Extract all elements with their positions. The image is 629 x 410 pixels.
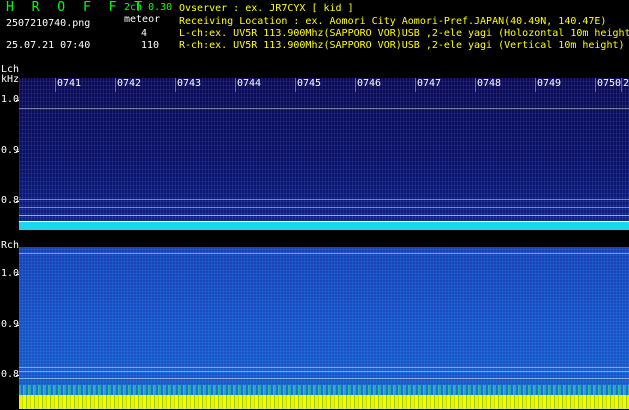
minute-marker [295, 78, 296, 92]
time-tick: 0744 [237, 78, 262, 89]
datetime-label: 25.07.21 07:40 [6, 40, 91, 51]
rch-receiver-info: R-ch:ex. UV5R 113.900Mhz(SAPPORO VOR)USB… [179, 40, 625, 51]
minute-marker [535, 78, 536, 92]
meteor-count-lch: 4 [141, 28, 148, 39]
lch-ytick-0-8: 0.8 [1, 195, 21, 206]
grid-line [19, 253, 629, 254]
filename-label: 2507210740.png [6, 18, 91, 29]
rch-ytick-0-8: 0.8 [1, 369, 21, 380]
time-tick: 0743 [177, 78, 202, 89]
signal-band [19, 222, 629, 230]
lch-receiver-info: L-ch:ex. UV5R 113.900Mhz(SAPPORO VOR)USB… [179, 28, 629, 39]
grid-line [19, 199, 629, 200]
lch-ytick-0-9: 0.9 [1, 145, 21, 156]
lch-unit-label: kHz [1, 74, 20, 85]
time-tick: 0746 [357, 78, 382, 89]
minute-marker [475, 78, 476, 92]
location-info: Receiving Location : ex. Aomori City Aom… [179, 16, 607, 27]
grid-line [19, 367, 629, 368]
meteor-label: meteor [124, 14, 161, 25]
grid-line [19, 378, 629, 379]
time-tick: 0748 [477, 78, 502, 89]
grid-line [19, 371, 629, 372]
time-tick: 2 [623, 78, 629, 89]
time-tick: 0750 [597, 78, 622, 89]
time-tick: 0749 [537, 78, 562, 89]
observer-info: Ovserver : ex. JR7CYX [ kid ] [179, 3, 354, 14]
grid-line [19, 215, 629, 216]
signal-band [19, 395, 629, 409]
minute-marker [355, 78, 356, 92]
time-tick: 0745 [297, 78, 322, 89]
rch-spectrogram [19, 247, 629, 409]
noise-band [19, 385, 629, 395]
version-label: 2ch 0.30 [124, 2, 173, 13]
lch-spectrogram: 0741 0742 0743 0744 0745 0746 0747 0748 … [19, 78, 629, 230]
lch-ytick-1-0: 1.0 [1, 94, 21, 105]
signal-edge [19, 221, 629, 222]
minute-marker [115, 78, 116, 92]
rch-label: Rch [1, 240, 20, 251]
rch-ytick-1-0: 1.0 [1, 268, 21, 279]
meteor-count-rch: 110 [141, 40, 160, 51]
time-tick: 0742 [117, 78, 142, 89]
minute-marker [621, 78, 622, 92]
rch-ytick-0-9: 0.9 [1, 319, 21, 330]
time-tick: 0747 [417, 78, 442, 89]
minute-marker [55, 78, 56, 92]
minute-marker [175, 78, 176, 92]
minute-marker [235, 78, 236, 92]
minute-marker [415, 78, 416, 92]
minute-marker [595, 78, 596, 92]
time-tick: 0741 [57, 78, 82, 89]
grid-line [19, 108, 629, 109]
grid-line [19, 207, 629, 208]
